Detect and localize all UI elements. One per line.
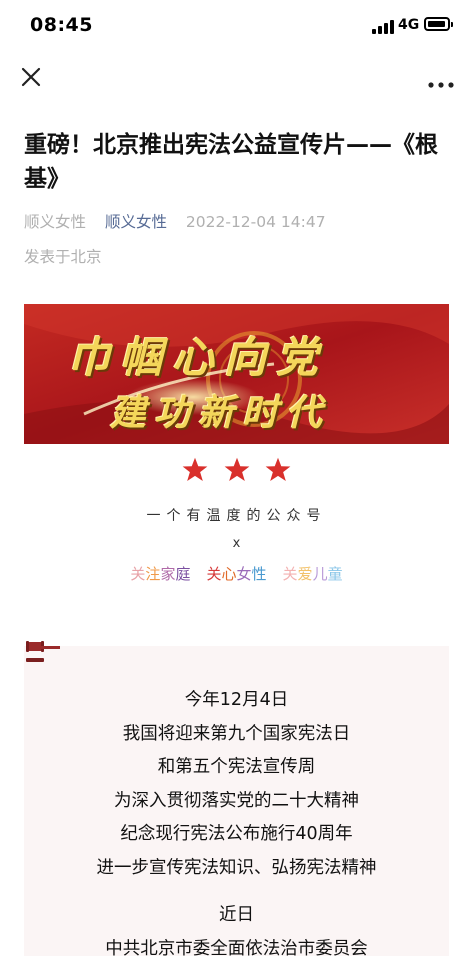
body-line: 今年12月4日 (24, 684, 449, 718)
slogan-char: 关 (130, 565, 145, 583)
network-type: 4G (398, 17, 419, 33)
body-line: 近日 (24, 899, 449, 933)
star-icon (264, 456, 292, 484)
slogan-char: 心 (221, 565, 236, 583)
more-icon (428, 81, 454, 89)
slogan-char: 爱 (298, 565, 313, 583)
slogan-group: 关注家庭 (130, 563, 190, 584)
article-author: 顺义女性 (24, 213, 86, 231)
slogan-char: 童 (328, 565, 343, 583)
close-button[interactable] (20, 66, 42, 88)
body-line: 中共北京市委全面依法治市委员会 (24, 933, 449, 966)
slogan-char: 庭 (175, 565, 190, 583)
slogan-char: 性 (252, 565, 267, 583)
article-body: 今年12月4日我国将迎来第九个国家宪法日和第五个宪法宣传周为深入贯彻落实党的二十… (24, 684, 449, 966)
body-line: 和第五个宪法宣传周 (24, 751, 449, 785)
slogan-char: 家 (160, 565, 175, 583)
star-icon (223, 456, 251, 484)
account-name-link[interactable]: 顺义女性 (105, 213, 167, 231)
banner-image: 巾帼心向党 建功新时代 (24, 304, 449, 444)
close-icon (20, 66, 42, 88)
more-button[interactable] (428, 74, 454, 82)
article-meta: 顺义女性 顺义女性 2022-12-04 14:47 (24, 210, 326, 232)
slogan-char: 女 (237, 565, 252, 583)
article-title: 重磅！北京推出宪法公益宣传片——《根基》 (24, 128, 449, 196)
gavel-icon (24, 636, 62, 668)
stars-decoration (0, 456, 473, 488)
slogan-char: 注 (145, 565, 160, 583)
slogan-char: 儿 (313, 565, 328, 583)
publish-location: 发表于北京 (24, 245, 102, 267)
slogan-char: 关 (206, 565, 221, 583)
x-mark: x (0, 536, 473, 551)
slogan-group: 关心女性 (206, 563, 266, 584)
status-time: 08:45 (30, 14, 93, 36)
body-line: 我国将迎来第九个国家宪法日 (24, 718, 449, 752)
slogan-char: 关 (283, 565, 298, 583)
body-line: 进一步宣传宪法知识、弘扬宪法精神 (24, 852, 449, 886)
slogans-row: 关注家庭关心女性关爱儿童 (0, 563, 473, 584)
star-icon (181, 456, 209, 484)
body-line: 为深入贯彻落实党的二十大精神 (24, 785, 449, 819)
signal-icon (372, 20, 394, 34)
banner-slogan-line2: 建功新时代 (110, 384, 330, 436)
battery-icon (424, 17, 450, 31)
body-line: 纪念现行宪法公布施行40周年 (24, 818, 449, 852)
nav-bar (0, 56, 473, 100)
slogan-group: 关爱儿童 (283, 563, 343, 584)
status-bar: 08:45 4G (0, 0, 473, 52)
banner-slogan-line1: 巾帼心向党 (68, 324, 328, 385)
account-tagline: 一个有温度的公众号 (0, 505, 473, 525)
paragraph-gap (24, 885, 449, 899)
publish-datetime: 2022-12-04 14:47 (186, 213, 326, 231)
